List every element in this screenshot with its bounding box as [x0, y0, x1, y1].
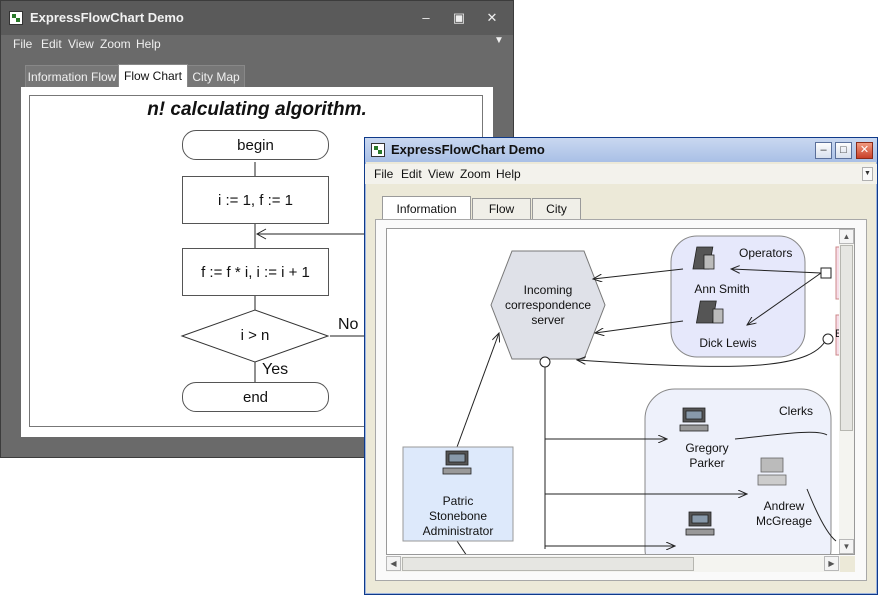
back-title-bar[interactable]: ExpressFlowChart Demo – ▣ ✕: [1, 1, 513, 35]
clerk1-label-2: Parker: [689, 456, 725, 470]
minimize-icon[interactable]: –: [418, 10, 434, 26]
operators-group-label: Operators: [739, 246, 793, 260]
menu-help[interactable]: Help: [496, 167, 521, 181]
computer-icon-admin: [442, 450, 472, 475]
maximize-icon[interactable]: ▣: [451, 10, 467, 26]
front-window: ExpressFlowChart Demo – □ ✕ File Edit Vi…: [364, 137, 878, 595]
clerk2-label-1: Andrew: [763, 499, 805, 513]
menu-zoom[interactable]: Zoom: [460, 167, 491, 181]
server-node[interactable]: Incoming correspondence server: [491, 283, 605, 328]
computer-icon-gregory: [679, 407, 709, 432]
clerks-group-label: Clerks: [779, 404, 814, 418]
horizontal-scroll-thumb[interactable]: [402, 557, 694, 571]
tab-city-map[interactable]: City Map: [532, 198, 581, 237]
menu-file[interactable]: File: [374, 167, 393, 181]
tab-information-flow[interactable]: Information Flow: [25, 65, 119, 87]
menu-zoom[interactable]: Zoom: [100, 37, 131, 51]
back-menu-bar: File Edit View Zoom Help ▼: [1, 35, 513, 55]
clerk1-label-1: Gregory: [685, 441, 729, 455]
tab-information-flow[interactable]: Information Flow: [382, 196, 471, 240]
scroll-right-icon[interactable]: ▶: [824, 556, 839, 571]
front-menu-bar: File Edit View Zoom Help ▼: [365, 164, 877, 184]
operator-icon-1: [692, 246, 715, 270]
menu-overflow-icon[interactable]: ▼: [494, 35, 504, 46]
front-title-bar[interactable]: ExpressFlowChart Demo – □ ✕: [365, 138, 877, 162]
vertical-scroll-thumb[interactable]: [840, 245, 853, 431]
connector-circle-server: [539, 356, 551, 368]
menu-view[interactable]: View: [68, 37, 94, 51]
app-icon: [9, 11, 23, 25]
close-icon[interactable]: ✕: [856, 142, 873, 159]
operator-ann-smith[interactable]: Ann Smith: [677, 282, 767, 297]
clerk2-label-2: McGreage: [755, 514, 813, 528]
server-label-1: Incoming: [523, 283, 573, 297]
connector-circle-right: [822, 333, 834, 345]
menu-view[interactable]: View: [428, 167, 454, 181]
operator-dick-lewis[interactable]: Dick Lewis: [683, 336, 773, 351]
admin-label-1: Patric: [442, 494, 474, 508]
condition-label: i > n: [240, 327, 270, 344]
scroll-down-icon[interactable]: ▼: [839, 539, 854, 554]
scroll-corner: [840, 556, 855, 572]
end-node[interactable]: end: [182, 382, 329, 412]
begin-node[interactable]: begin: [182, 130, 329, 160]
computer-icon-andrew: [757, 457, 787, 486]
tab-flow-chart[interactable]: Flow Chart: [472, 198, 531, 237]
server-label-2: correspondence: [504, 298, 592, 312]
computer-icon-third: [685, 511, 715, 536]
menu-edit[interactable]: Edit: [41, 37, 62, 51]
tab-flow-chart[interactable]: Flow Chart: [118, 64, 188, 88]
back-window-title: ExpressFlowChart Demo: [30, 10, 184, 25]
clerk-andrew-mcgreage[interactable]: Andrew McGreage: [739, 499, 829, 529]
information-flow-panel: Incoming correspondence server Operators…: [375, 219, 867, 581]
flowchart-title: n! calculating algorithm.: [147, 99, 367, 120]
front-window-title: ExpressFlowChart Demo: [391, 142, 545, 157]
admin-label-2: Stonebone: [428, 509, 488, 523]
diagram-canvas[interactable]: Incoming correspondence server Operators…: [386, 228, 855, 555]
scroll-left-icon[interactable]: ◀: [386, 556, 401, 571]
yes-label: Yes: [262, 361, 289, 378]
menu-help[interactable]: Help: [136, 37, 161, 51]
menu-overflow-icon[interactable]: ▼: [862, 167, 873, 181]
connector-square: [820, 267, 832, 279]
app-icon: [371, 143, 385, 157]
clerk-gregory-parker[interactable]: Gregory Parker: [667, 441, 747, 471]
admin-label-3: Administrator: [422, 524, 494, 538]
init-node[interactable]: i := 1, f := 1: [182, 176, 329, 224]
close-icon[interactable]: ✕: [484, 10, 500, 26]
tab-city-map[interactable]: City Map: [187, 65, 245, 87]
horizontal-scrollbar[interactable]: ◀ ▶: [386, 556, 855, 572]
admin-node[interactable]: Patric Stonebone Administrator: [403, 494, 513, 539]
no-label: No: [338, 316, 359, 333]
scroll-up-icon[interactable]: ▲: [839, 229, 854, 244]
vertical-scrollbar[interactable]: ▲ ▼: [839, 229, 854, 554]
minimize-icon[interactable]: –: [815, 142, 832, 159]
menu-file[interactable]: File: [13, 37, 32, 51]
maximize-icon[interactable]: □: [835, 142, 852, 159]
server-label-3: server: [531, 313, 565, 327]
step-node[interactable]: f := f * i, i := i + 1: [182, 248, 329, 296]
menu-edit[interactable]: Edit: [401, 167, 422, 181]
